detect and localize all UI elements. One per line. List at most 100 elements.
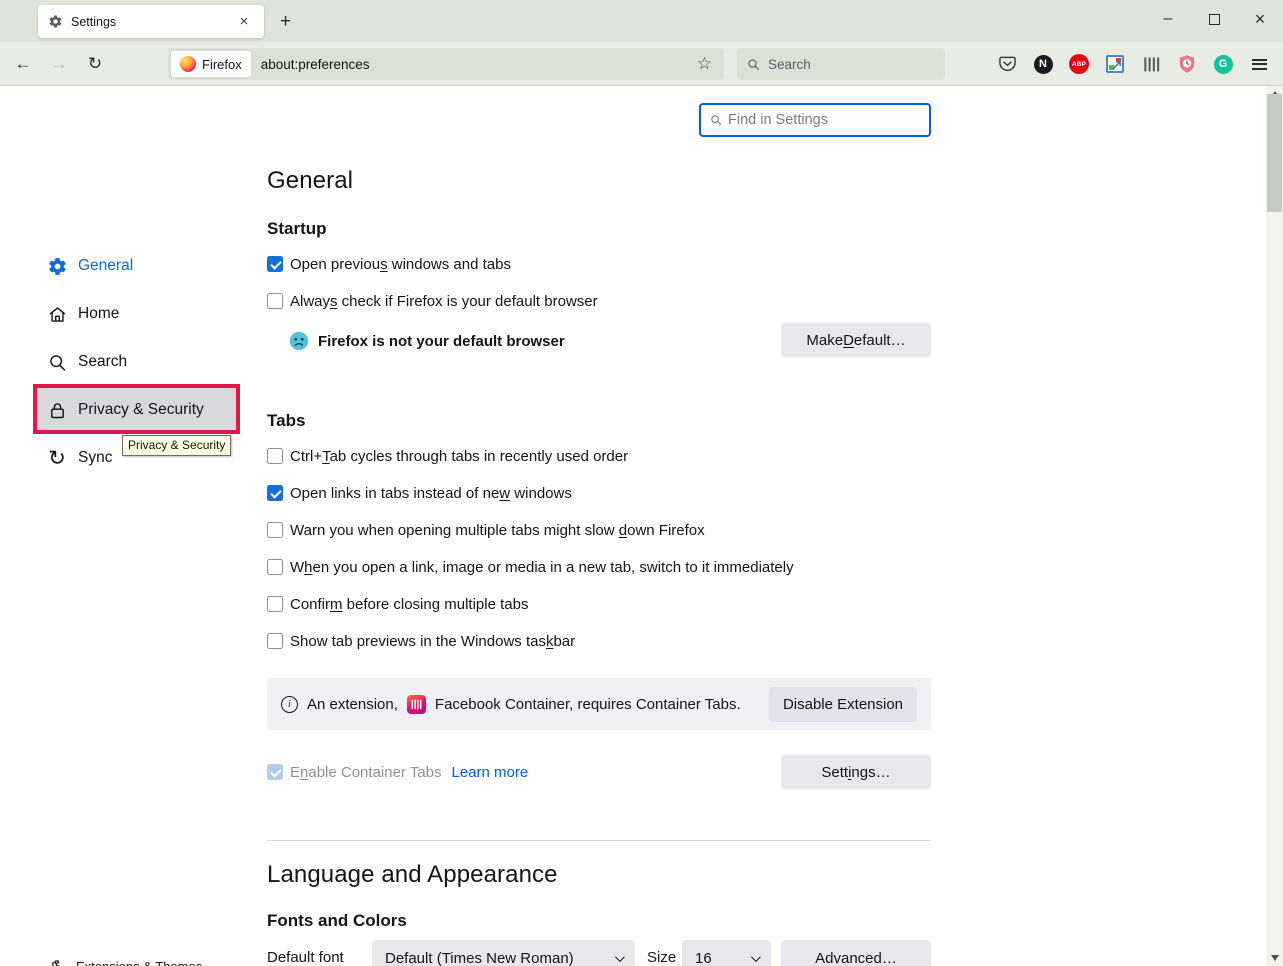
vertical-scrollbar[interactable] xyxy=(1266,86,1283,966)
adblock-plus-extension-button[interactable]: ABP xyxy=(1065,50,1093,78)
chevron-down-icon xyxy=(615,952,625,962)
settings-page: General Home Search Privacy & Security ↻… xyxy=(0,86,1283,966)
gear-icon xyxy=(46,255,68,277)
checkbox[interactable] xyxy=(267,448,283,464)
chevron-down-icon xyxy=(751,952,761,962)
language-appearance-title: Language and Appearance xyxy=(267,861,558,889)
sidebar-item-label: Search xyxy=(78,353,127,371)
home-icon xyxy=(46,303,68,325)
checkbox-row-warn-multiple-tabs: Warn you when opening multiple tabs migh… xyxy=(267,519,705,541)
sidebar-item-extensions-themes[interactable]: Extensions & Themes xyxy=(33,950,240,966)
sad-face-icon xyxy=(289,331,309,351)
checkbox[interactable] xyxy=(267,559,283,575)
sync-icon: ↻ xyxy=(46,447,68,469)
checkbox-label: Open links in tabs instead of new window… xyxy=(290,485,572,502)
screenshot-extension-button[interactable] xyxy=(1101,50,1129,78)
checkbox[interactable] xyxy=(267,522,283,538)
checkbox-label: When you open a link, image or media in … xyxy=(290,559,794,576)
browser-tab-settings[interactable]: Settings × xyxy=(38,5,264,38)
extension-notice: i An extension, Facebook Container, requ… xyxy=(267,678,931,730)
info-icon: i xyxy=(281,696,298,713)
tabs-heading: Tabs xyxy=(267,411,305,431)
app-menu-button[interactable] xyxy=(1245,50,1273,78)
url-text[interactable]: about:preferences xyxy=(261,57,693,72)
learn-more-link[interactable]: Learn more xyxy=(452,764,529,781)
checkbox-row-ctrl-tab: Ctrl+Tab cycles through tabs in recently… xyxy=(267,445,628,467)
default-font-label: Default font xyxy=(267,949,344,966)
find-in-settings[interactable] xyxy=(699,103,931,137)
sidebar-item-label: Privacy & Security xyxy=(78,401,204,419)
disable-extension-button[interactable]: Disable Extension xyxy=(769,687,917,722)
container-settings-button[interactable]: Settings… xyxy=(781,755,931,789)
container-chip-label: Firefox xyxy=(202,57,242,72)
checkbox-label: Ctrl+Tab cycles through tabs in recently… xyxy=(290,448,628,465)
grammarly-extension-button[interactable]: G xyxy=(1209,50,1237,78)
scrollbar-down-arrow[interactable] xyxy=(1266,950,1283,966)
sidebar-item-general[interactable]: General xyxy=(33,242,240,290)
checkbox-row-always-check-default: Always check if Firefox is your default … xyxy=(267,290,598,312)
scrollbar-thumb[interactable] xyxy=(1267,94,1282,212)
fonts-colors-heading: Fonts and Colors xyxy=(267,911,407,931)
enable-container-tabs-row: Enable Container Tabs Learn more xyxy=(267,761,528,783)
container-chip: Firefox xyxy=(171,51,251,77)
default-font-value: Default (Times New Roman) xyxy=(385,950,574,966)
new-tab-button[interactable]: + xyxy=(272,8,299,35)
lock-icon xyxy=(46,399,68,421)
abp-badge-icon: ABP xyxy=(1069,54,1089,74)
checkbox-label: Always check if Firefox is your default … xyxy=(290,293,598,310)
time-shield-extension-button[interactable] xyxy=(1173,50,1201,78)
forward-button[interactable]: → xyxy=(44,50,74,78)
checkbox-row-open-previous: Open previous windows and tabs xyxy=(267,253,511,275)
window-close-button[interactable]: × xyxy=(1237,0,1283,38)
find-in-settings-input[interactable] xyxy=(728,112,908,128)
notice-text-post: Facebook Container, requires Container T… xyxy=(435,696,760,713)
toolbar-search-input[interactable] xyxy=(768,57,918,72)
startup-heading: Startup xyxy=(267,219,327,239)
checkbox[interactable] xyxy=(267,633,283,649)
sidebar-item-search[interactable]: Search xyxy=(33,338,240,386)
default-browser-row: Firefox is not your default browser xyxy=(289,324,565,358)
tab-strip: Settings × + – × xyxy=(0,0,1283,42)
checkbox-label: Enable Container Tabs xyxy=(290,764,442,781)
window-minimize-button[interactable]: – xyxy=(1145,0,1191,38)
maximize-icon xyxy=(1209,14,1220,25)
checkbox-label: Open previous windows and tabs xyxy=(290,256,511,273)
search-icon xyxy=(46,351,68,373)
facebook-container-icon xyxy=(407,695,426,714)
checkbox[interactable] xyxy=(267,293,283,309)
address-bar[interactable]: Firefox about:preferences ☆ xyxy=(168,48,724,80)
toolbar-search[interactable] xyxy=(737,48,945,80)
screenshot-icon xyxy=(1106,55,1124,73)
puzzle-piece-icon xyxy=(48,958,65,966)
sidebar-item-label: Home xyxy=(78,305,119,323)
checkbox[interactable] xyxy=(267,596,283,612)
bookmark-star-icon[interactable]: ☆ xyxy=(693,54,716,74)
checkbox-disabled xyxy=(267,764,283,780)
reload-button[interactable]: ↻ xyxy=(80,50,110,78)
checkbox-label: Confirm before closing multiple tabs xyxy=(290,596,528,613)
back-button[interactable]: ← xyxy=(8,50,38,78)
make-default-button[interactable]: Make Default… xyxy=(781,323,931,357)
tab-close-icon[interactable]: × xyxy=(234,12,254,32)
window-maximize-button[interactable] xyxy=(1191,0,1237,38)
font-size-value: 16 xyxy=(695,950,712,966)
font-size-dropdown[interactable]: 16 xyxy=(682,940,771,966)
pocket-extension-button[interactable] xyxy=(993,50,1021,78)
g-badge-icon: G xyxy=(1214,55,1233,74)
checkbox-row-switch-immediately: When you open a link, image or media in … xyxy=(267,556,794,578)
checkbox-row-open-links-in-tabs: Open links in tabs instead of new window… xyxy=(267,482,572,504)
default-font-dropdown[interactable]: Default (Times New Roman) xyxy=(372,940,635,966)
checkbox[interactable] xyxy=(267,485,283,501)
containers-extension-button[interactable] xyxy=(1137,50,1165,78)
sidebar-item-label: General xyxy=(78,257,133,275)
checkbox-row-tab-previews: Show tab previews in the Windows taskbar xyxy=(267,630,575,652)
pocket-icon xyxy=(998,56,1017,73)
search-icon xyxy=(747,58,760,71)
checkbox[interactable] xyxy=(267,256,283,272)
notion-extension-button[interactable]: N xyxy=(1029,50,1057,78)
sidebar-item-privacy-security[interactable]: Privacy & Security xyxy=(33,386,240,434)
checkbox-row-confirm-closing: Confirm before closing multiple tabs xyxy=(267,593,528,615)
advanced-button[interactable]: Advanced… xyxy=(781,940,931,966)
sidebar-item-home[interactable]: Home xyxy=(33,290,240,338)
checkbox-label: Show tab previews in the Windows taskbar xyxy=(290,633,575,650)
